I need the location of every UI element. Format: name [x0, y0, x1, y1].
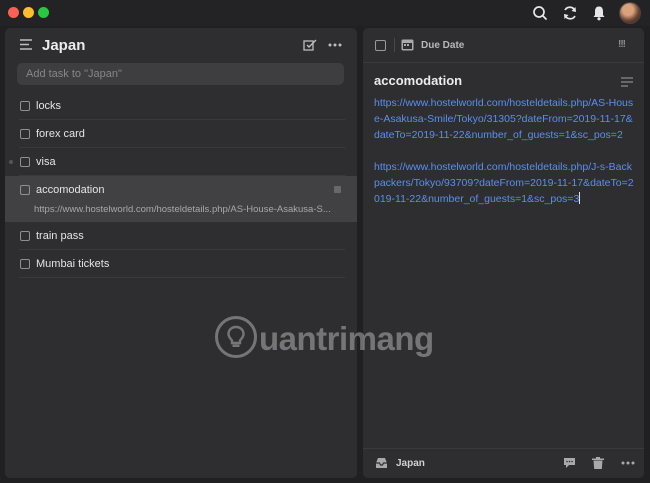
- notification-bell-icon[interactable]: [590, 4, 608, 22]
- divider: [363, 62, 644, 63]
- note-link[interactable]: https://www.hostelworld.com/hosteldetail…: [374, 95, 636, 143]
- divider: [394, 38, 395, 52]
- task-checkbox[interactable]: [20, 157, 30, 167]
- zoom-window-button[interactable]: [38, 7, 49, 18]
- task-item[interactable]: locks: [5, 92, 357, 120]
- user-avatar[interactable]: [619, 2, 641, 24]
- priority-icon[interactable]: !!!: [618, 39, 626, 50]
- task-checkbox[interactable]: [20, 185, 30, 195]
- sync-icon[interactable]: [561, 4, 579, 22]
- description-icon[interactable]: [621, 77, 633, 87]
- task-item[interactable]: visa: [5, 148, 357, 176]
- drag-handle-icon[interactable]: [9, 160, 13, 164]
- task-checkbox[interactable]: [20, 129, 30, 139]
- task-title[interactable]: accomodation: [374, 73, 462, 88]
- close-window-button[interactable]: [8, 7, 19, 18]
- list-tray-icon: [376, 458, 387, 468]
- list-more-options-icon[interactable]: [327, 38, 343, 52]
- detail-header: Due Date !!!: [363, 28, 644, 63]
- list-title: Japan: [42, 37, 86, 54]
- complete-task-checkbox[interactable]: [375, 40, 386, 51]
- task-more-options-icon[interactable]: [620, 457, 636, 469]
- task-list-panel: Japan locks forex card visa: [5, 28, 357, 478]
- due-date-button[interactable]: Due Date: [421, 40, 464, 51]
- task-checkbox[interactable]: [20, 259, 30, 269]
- sidebar-menu-icon[interactable]: [20, 39, 34, 50]
- task-note-preview: https://www.hostelworld.com/hosteldetail…: [34, 204, 331, 215]
- list-selector[interactable]: Japan: [396, 458, 425, 469]
- add-task-input[interactable]: [17, 63, 344, 85]
- task-label: visa: [36, 156, 56, 168]
- task-label: forex card: [36, 128, 85, 140]
- task-label: accomodation: [36, 184, 105, 196]
- minimize-window-button[interactable]: [23, 7, 34, 18]
- comment-icon[interactable]: [563, 457, 576, 469]
- task-description[interactable]: https://www.hostelworld.com/hosteldetail…: [374, 95, 636, 207]
- text-cursor: [579, 192, 581, 204]
- task-item-selected[interactable]: accomodation https://www.hostelworld.com…: [5, 176, 357, 222]
- task-item[interactable]: train pass: [5, 222, 357, 250]
- divider: [363, 448, 644, 449]
- list-header: Japan: [5, 28, 357, 62]
- task-checkbox[interactable]: [20, 101, 30, 111]
- task-label: Mumbai tickets: [36, 258, 110, 270]
- task-item[interactable]: Mumbai tickets: [5, 250, 357, 278]
- divider: [19, 277, 345, 278]
- task-label: locks: [36, 100, 62, 112]
- calendar-icon[interactable]: [401, 38, 414, 51]
- sort-icon[interactable]: [303, 38, 317, 52]
- note-icon: [334, 186, 341, 193]
- task-detail-panel: Due Date !!! accomodation https://www.ho…: [363, 28, 644, 478]
- title-bar: [0, 0, 650, 26]
- task-label: train pass: [36, 230, 84, 242]
- detail-footer: Japan: [363, 448, 644, 478]
- task-list: locks forex card visa accomodation https…: [5, 92, 357, 278]
- trash-icon[interactable]: [592, 457, 604, 469]
- search-icon[interactable]: [531, 4, 549, 22]
- note-link[interactable]: https://www.hostelworld.com/hosteldetail…: [374, 159, 636, 207]
- task-checkbox[interactable]: [20, 231, 30, 241]
- task-item[interactable]: forex card: [5, 120, 357, 148]
